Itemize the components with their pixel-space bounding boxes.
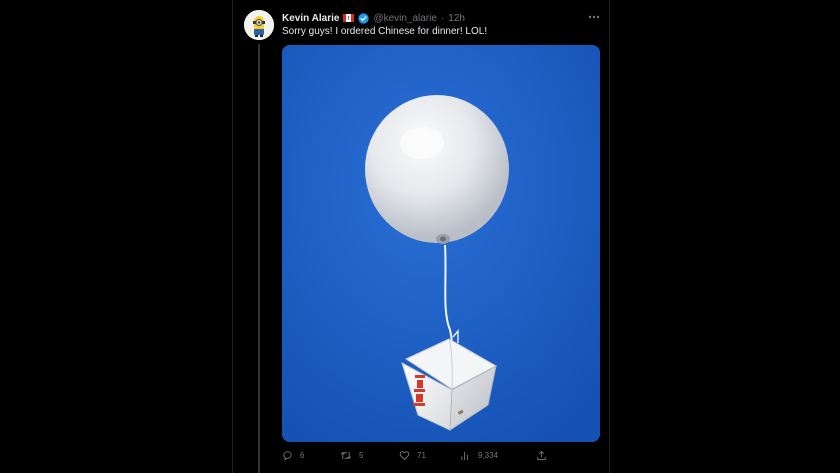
canada-flag-icon: [343, 14, 355, 22]
balloon-photo: [282, 45, 600, 442]
screen: Kevin Alarie @kevin_alarie · 12h Sorry g…: [0, 0, 840, 473]
tweet-text: Sorry guys! I ordered Chinese for dinner…: [282, 26, 488, 37]
share-icon: [537, 450, 546, 461]
retweet-button[interactable]: 5: [340, 450, 363, 461]
views-bar-chart-icon: [461, 451, 468, 461]
tweet-header: Kevin Alarie @kevin_alarie · 12h: [282, 10, 465, 26]
retweet-count: 5: [359, 451, 364, 460]
author-handle[interactable]: @kevin_alarie: [373, 13, 437, 24]
tweet-timestamp[interactable]: 12h: [448, 13, 465, 24]
author-avatar[interactable]: [244, 10, 274, 40]
verified-badge-icon: [358, 12, 370, 24]
author-display-name[interactable]: Kevin Alarie: [282, 13, 339, 24]
retweet-icon: [340, 451, 352, 460]
share-button[interactable]: [536, 450, 547, 461]
reply-button[interactable]: 6: [282, 450, 304, 461]
tweet-actions: 6 5 71 9,334: [282, 450, 582, 464]
thread-line: [258, 44, 260, 473]
reply-count: 6: [300, 451, 305, 460]
more-options-icon[interactable]: [586, 12, 602, 22]
views-count: 9,334: [478, 451, 499, 460]
heart-icon: [399, 451, 410, 461]
reply-icon: [283, 451, 292, 461]
views-button[interactable]: 9,334: [460, 450, 498, 461]
like-count: 71: [417, 451, 426, 460]
like-button[interactable]: 71: [399, 450, 426, 461]
minion-avatar-icon: [244, 10, 274, 40]
header-separator: ·: [440, 12, 445, 24]
balloon-icon: [365, 95, 509, 244]
tweet-media[interactable]: [282, 45, 600, 442]
